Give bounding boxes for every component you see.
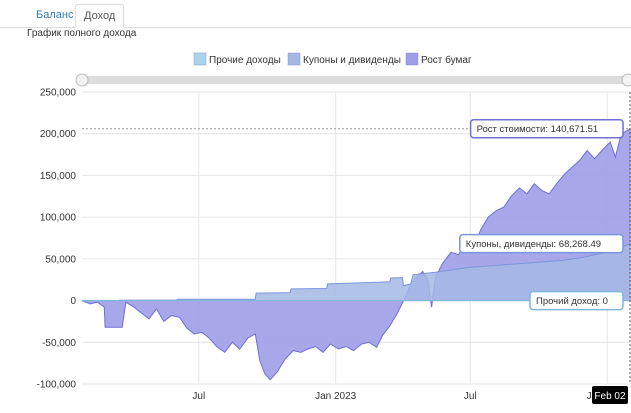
y-tick-label: -50,000	[42, 338, 76, 349]
legend-swatch	[405, 52, 419, 66]
x-tick-label: Jul	[464, 391, 477, 402]
legend-swatch	[193, 52, 207, 66]
legend-swatch	[287, 52, 301, 66]
legend-label[interactable]: Рост бумаг	[421, 54, 472, 66]
y-tick-label: 0	[70, 296, 76, 307]
legend-label[interactable]: Прочие доходы	[209, 55, 281, 66]
tooltip-label: Прочий доход: 0	[536, 296, 608, 307]
tooltip-label: Рост стоимости: 140,671.51	[477, 124, 599, 135]
navigator-track[interactable]	[82, 76, 628, 84]
navigator-handle-right[interactable]	[621, 73, 631, 87]
navigator-handle-left[interactable]	[75, 73, 89, 87]
legend-label[interactable]: Купоны и дивиденды	[303, 55, 401, 66]
y-tick-label: 200,000	[40, 129, 77, 140]
income-chart: Прочие доходы Купоны и дивиденды Рост бума…	[37, 52, 631, 404]
tooltip-label: Купоны, дивиденды: 68,268.49	[466, 239, 601, 250]
y-tick-label: 50,000	[45, 254, 76, 265]
y-tick-label: -100,000	[37, 380, 77, 391]
x-tick-label: Jul	[192, 391, 205, 402]
y-tick-label: 250,000	[40, 88, 77, 99]
x-tick-label: Jan 2023	[315, 391, 357, 402]
y-tick-label: 150,000	[40, 171, 77, 182]
y-tick-label: 100,000	[40, 213, 77, 224]
crosshair-date-label: Feb 02	[594, 391, 626, 402]
